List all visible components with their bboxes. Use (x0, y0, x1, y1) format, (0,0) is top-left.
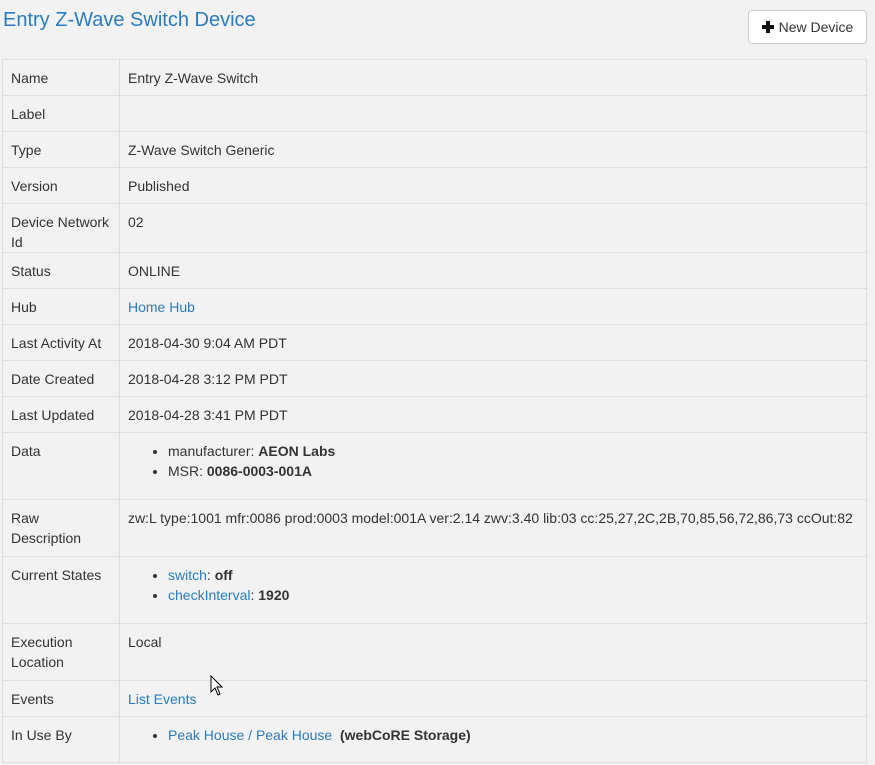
mouse-pointer-icon (210, 675, 224, 696)
in-use-list: Peak House / Peak House (webCoRE Storage… (128, 725, 858, 745)
state-link-switch[interactable]: switch (168, 567, 207, 583)
state-value: off (214, 567, 233, 583)
row-data: Data manufacturer: AEON Labs MSR: 0086-0… (2, 432, 867, 500)
value-name: Entry Z-Wave Switch (119, 59, 867, 96)
list-item: switch: off (168, 565, 858, 585)
states-list: switch: off checkInterval: 1920 (128, 565, 858, 605)
label-last-activity: Last Activity At (2, 324, 120, 361)
value-last-activity: 2018-04-30 9:04 AM PDT (119, 324, 867, 361)
data-value: 0086-0003-001A (206, 463, 312, 479)
label-device-network-id: Device Network Id (2, 203, 120, 253)
in-use-note: (webCoRE Storage) (340, 727, 471, 743)
value-status: ONLINE (119, 252, 867, 289)
value-raw-description: zw:L type:1001 mfr:0086 prod:0003 model:… (119, 499, 867, 557)
list-item: manufacturer: AEON Labs (168, 441, 858, 461)
row-current-states: Current States switch: off checkInterval… (2, 556, 867, 624)
row-label: Label (2, 95, 867, 132)
value-last-updated: 2018-04-28 3:41 PM PDT (119, 396, 867, 433)
row-date-created: Date Created 2018-04-28 3:12 PM PDT (2, 360, 867, 397)
label-date-created: Date Created (2, 360, 120, 397)
data-list: manufacturer: AEON Labs MSR: 0086-0003-0… (128, 441, 858, 481)
list-item: Peak House / Peak House (webCoRE Storage… (168, 725, 858, 745)
value-label (119, 95, 867, 132)
row-status: Status ONLINE (2, 252, 867, 289)
label-version: Version (2, 167, 120, 204)
data-key: manufacturer: (168, 443, 255, 459)
plus-icon (761, 21, 774, 33)
state-value: 1920 (258, 587, 290, 603)
row-version: Version Published (2, 167, 867, 204)
row-execution-location: Execution Location Local (2, 623, 867, 681)
label-events: Events (2, 680, 120, 717)
label-data: Data (2, 432, 120, 500)
list-item: checkInterval: 1920 (168, 585, 858, 605)
label-in-use-by: In Use By (2, 716, 120, 763)
row-last-activity: Last Activity At 2018-04-30 9:04 AM PDT (2, 324, 867, 361)
page-title: Entry Z-Wave Switch Device (3, 9, 256, 31)
new-device-label: New Device (778, 19, 854, 35)
label-raw-description: Raw Description (2, 499, 120, 557)
peak-house-link[interactable]: Peak House / Peak House (168, 727, 332, 743)
label-last-updated: Last Updated (2, 396, 120, 433)
row-hub: Hub Home Hub (2, 288, 867, 325)
list-events-link[interactable]: List Events (128, 691, 196, 707)
hub-link[interactable]: Home Hub (128, 299, 195, 315)
label-execution-location: Execution Location (2, 623, 120, 681)
state-link-checkinterval[interactable]: checkInterval (168, 587, 250, 603)
value-version: Published (119, 167, 867, 204)
label-status: Status (2, 252, 120, 289)
label-label: Label (2, 95, 120, 132)
label-type: Type (2, 131, 120, 168)
label-name: Name (2, 59, 120, 96)
row-type: Type Z-Wave Switch Generic (2, 131, 867, 168)
row-raw-description: Raw Description zw:L type:1001 mfr:0086 … (2, 499, 867, 557)
device-details-table: Name Entry Z-Wave Switch Label Type Z-Wa… (2, 59, 867, 763)
value-date-created: 2018-04-28 3:12 PM PDT (119, 360, 867, 397)
data-key: MSR: (168, 463, 203, 479)
data-value: AEON Labs (258, 443, 336, 459)
row-events: Events List Events (2, 680, 867, 717)
value-device-network-id: 02 (119, 203, 867, 253)
label-current-states: Current States (2, 556, 120, 624)
value-execution-location: Local (119, 623, 867, 681)
value-type: Z-Wave Switch Generic (119, 131, 867, 168)
list-item: MSR: 0086-0003-001A (168, 461, 858, 481)
row-in-use-by: In Use By Peak House / Peak House (webCo… (2, 716, 867, 763)
row-last-updated: Last Updated 2018-04-28 3:41 PM PDT (2, 396, 867, 433)
label-hub: Hub (2, 288, 120, 325)
new-device-button[interactable]: New Device (748, 10, 867, 44)
row-device-network-id: Device Network Id 02 (2, 203, 867, 253)
row-name: Name Entry Z-Wave Switch (2, 59, 867, 96)
